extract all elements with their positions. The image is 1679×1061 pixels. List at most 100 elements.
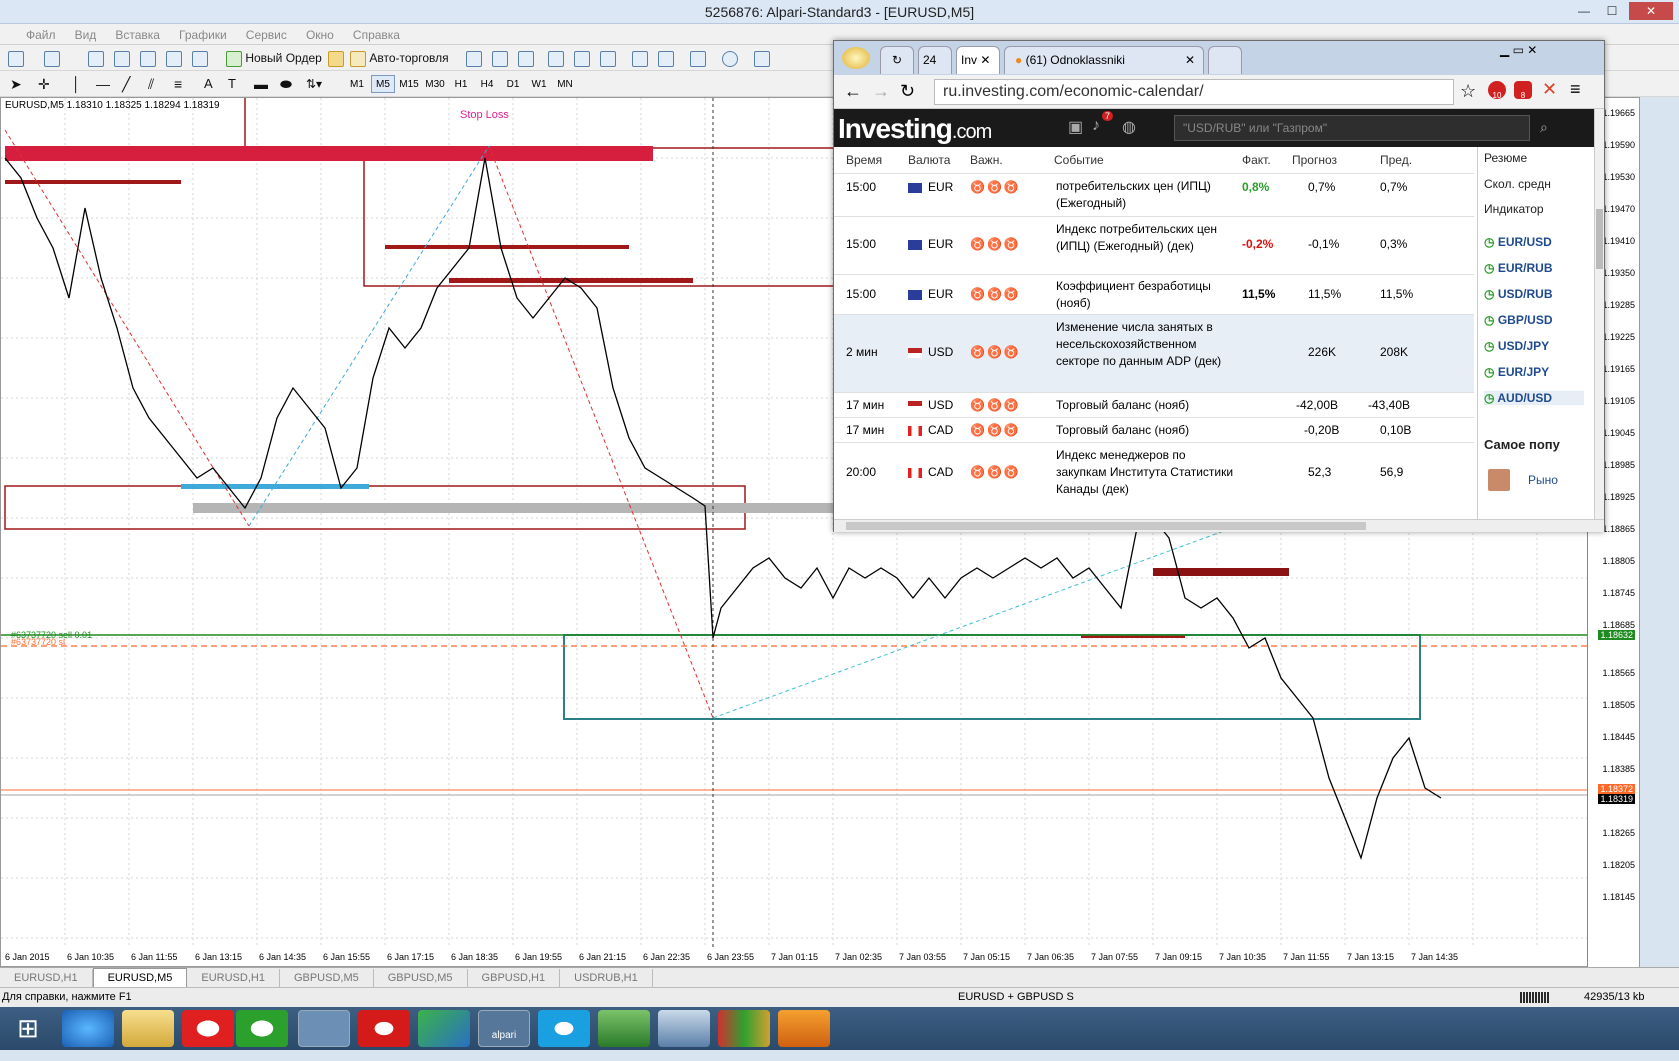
- remote-desktop-icon[interactable]: [658, 1010, 710, 1047]
- app-icon[interactable]: [418, 1010, 470, 1047]
- row-event[interactable]: потребительских цен (ИПЦ) (Ежегодный): [1056, 178, 1236, 212]
- back-icon[interactable]: ←: [844, 81, 862, 102]
- side-link[interactable]: Резюме: [1484, 151, 1527, 165]
- rectangle-icon[interactable]: ▬: [254, 75, 268, 93]
- fibo-icon[interactable]: ≡: [174, 75, 182, 93]
- alpari-taskbar-button[interactable]: alpari: [478, 1010, 530, 1047]
- menu-tools[interactable]: Сервис: [238, 24, 295, 46]
- tf-m15[interactable]: M15: [397, 75, 421, 93]
- horizontal-scrollbar[interactable]: [834, 519, 1604, 532]
- text-icon[interactable]: A: [204, 75, 213, 93]
- market-watch-icon[interactable]: [88, 49, 104, 67]
- url-input[interactable]: ru.investing.com/economic-calendar/: [934, 79, 1454, 105]
- bar-chart-icon[interactable]: [466, 49, 482, 67]
- x-extension-icon[interactable]: ✕: [1542, 79, 1557, 100]
- line-chart-icon[interactable]: [518, 49, 534, 67]
- investing-logo[interactable]: Investing.com: [838, 113, 992, 145]
- globe-icon[interactable]: ◍: [1122, 117, 1136, 137]
- crosshair-icon[interactable]: ✛: [38, 75, 50, 93]
- ie-icon[interactable]: [62, 1010, 114, 1047]
- templates-icon[interactable]: [754, 49, 770, 67]
- tf-h1[interactable]: H1: [449, 75, 473, 93]
- media-player-icon[interactable]: [778, 1010, 830, 1047]
- side-link[interactable]: Скол. средн: [1484, 177, 1551, 191]
- start-button[interactable]: ⊞: [2, 1010, 54, 1047]
- ellipse-icon[interactable]: ⬬: [280, 75, 292, 93]
- mail-agent-icon[interactable]: [236, 1010, 288, 1047]
- close-button[interactable]: ✕: [1629, 2, 1673, 20]
- table-row[interactable]: 20:00 CAD ♉♉♉ Индекс менеджеров по закуп…: [834, 442, 1474, 502]
- navigator-icon[interactable]: [114, 49, 130, 67]
- vertical-line-icon[interactable]: │: [72, 75, 81, 93]
- periods-icon[interactable]: [722, 49, 738, 67]
- side-pair[interactable]: ◷ GBP/USD: [1484, 313, 1553, 327]
- side-pair[interactable]: ◷ EUR/JPY: [1484, 365, 1549, 379]
- channel-icon[interactable]: ⫽: [148, 75, 154, 93]
- table-row[interactable]: 2 мин USD ♉♉♉ Изменение числа занятых в …: [834, 314, 1474, 392]
- menu-charts[interactable]: Графики: [171, 24, 235, 46]
- chart-tab[interactable]: EURUSD,H1: [187, 969, 280, 987]
- tab-odnoklassniki[interactable]: ● (61) Odnoklassniki ✕: [1004, 46, 1204, 74]
- row-event[interactable]: Индекс менеджеров по закупкам Института …: [1056, 447, 1236, 498]
- downloader-icon[interactable]: [598, 1010, 650, 1047]
- side-link[interactable]: Индикатор: [1484, 202, 1544, 216]
- row-event[interactable]: Торговый баланс (нояб): [1056, 398, 1236, 412]
- menu-insert[interactable]: Вставка: [107, 24, 168, 46]
- side-pair[interactable]: ◷ USD/JPY: [1484, 339, 1549, 353]
- adblock-icon[interactable]: 8: [1514, 81, 1532, 100]
- tab-24[interactable]: 24: [918, 46, 952, 74]
- chart-tab[interactable]: GBPUSD,M5: [280, 969, 374, 987]
- skype-icon[interactable]: [538, 1010, 590, 1047]
- tf-m1[interactable]: M1: [345, 75, 369, 93]
- new-order-button[interactable]: Новый Ордер: [226, 49, 322, 67]
- menu-file[interactable]: Файл: [0, 24, 64, 46]
- meta-editor-icon[interactable]: [328, 49, 344, 67]
- table-row[interactable]: 15:00 EUR ♉♉♉ Коэффициент безработицы (н…: [834, 274, 1474, 314]
- zoom-in-icon[interactable]: [548, 49, 564, 67]
- row-event[interactable]: Торговый баланс (нояб): [1056, 423, 1236, 437]
- reload-icon[interactable]: ↻: [900, 81, 915, 102]
- row-event[interactable]: Индекс потребительских цен (ИПЦ) (Ежегод…: [1056, 221, 1236, 255]
- side-pair[interactable]: ◷ USD/RUB: [1484, 287, 1553, 301]
- minimize-button[interactable]: —: [1571, 2, 1597, 20]
- table-row[interactable]: 15:00 EUR ♉♉♉ потребительских цен (ИПЦ) …: [834, 173, 1474, 216]
- horizontal-line-icon[interactable]: —: [96, 75, 110, 93]
- opera-icon[interactable]: [358, 1010, 410, 1047]
- tab-reload[interactable]: ↻: [880, 46, 914, 74]
- tester-icon[interactable]: [192, 49, 208, 67]
- table-row[interactable]: 15:00 EUR ♉♉♉ Индекс потребительских цен…: [834, 216, 1474, 274]
- chart-tab-active[interactable]: EURUSD,M5: [92, 968, 188, 987]
- new-tab-button[interactable]: [1208, 46, 1242, 74]
- side-pair[interactable]: ◷ EUR/RUB: [1484, 261, 1553, 275]
- candlestick-icon[interactable]: [492, 49, 508, 67]
- auto-trading-button[interactable]: Авто-торговля: [350, 49, 449, 67]
- profiles-icon[interactable]: [44, 49, 60, 67]
- menu-view[interactable]: Вид: [67, 24, 105, 46]
- table-row[interactable]: 17 мин USD ♉♉♉ Торговый баланс (нояб) -4…: [834, 392, 1474, 417]
- chart-shift-icon[interactable]: [658, 49, 674, 67]
- side-pair[interactable]: ◷ AUD/USD: [1484, 391, 1584, 405]
- yandex-icon[interactable]: [182, 1010, 234, 1047]
- chrome-icon[interactable]: [298, 1010, 350, 1047]
- close-tab-icon[interactable]: ✕: [1185, 53, 1195, 67]
- table-row[interactable]: 17 мин CAD ♉♉♉ Торговый баланс (нояб) -0…: [834, 417, 1474, 442]
- cursor-icon[interactable]: ➤: [10, 75, 22, 93]
- indicators-icon[interactable]: [690, 49, 706, 67]
- chart-tab[interactable]: USDRUB,H1: [560, 969, 653, 987]
- new-chart-icon[interactable]: [8, 49, 24, 67]
- menu-help[interactable]: Справка: [345, 24, 408, 46]
- books-icon[interactable]: [718, 1010, 770, 1047]
- tf-m5[interactable]: M5: [371, 75, 395, 93]
- menu-icon[interactable]: ≡: [1570, 79, 1581, 100]
- weather-icon[interactable]: [842, 47, 870, 69]
- side-pair[interactable]: ◷ EUR/USD: [1484, 235, 1552, 249]
- extension-icon[interactable]: 10: [1488, 81, 1506, 100]
- menu-window[interactable]: Окно: [298, 24, 342, 46]
- row-event[interactable]: Изменение числа занятых в несельскохозяй…: [1056, 319, 1236, 370]
- tf-h4[interactable]: H4: [475, 75, 499, 93]
- tf-d1[interactable]: D1: [501, 75, 525, 93]
- popular-item[interactable]: Рыно: [1528, 473, 1558, 487]
- terminal-icon[interactable]: [166, 49, 182, 67]
- data-window-icon[interactable]: [140, 49, 156, 67]
- hscroll-thumb[interactable]: [846, 522, 1366, 530]
